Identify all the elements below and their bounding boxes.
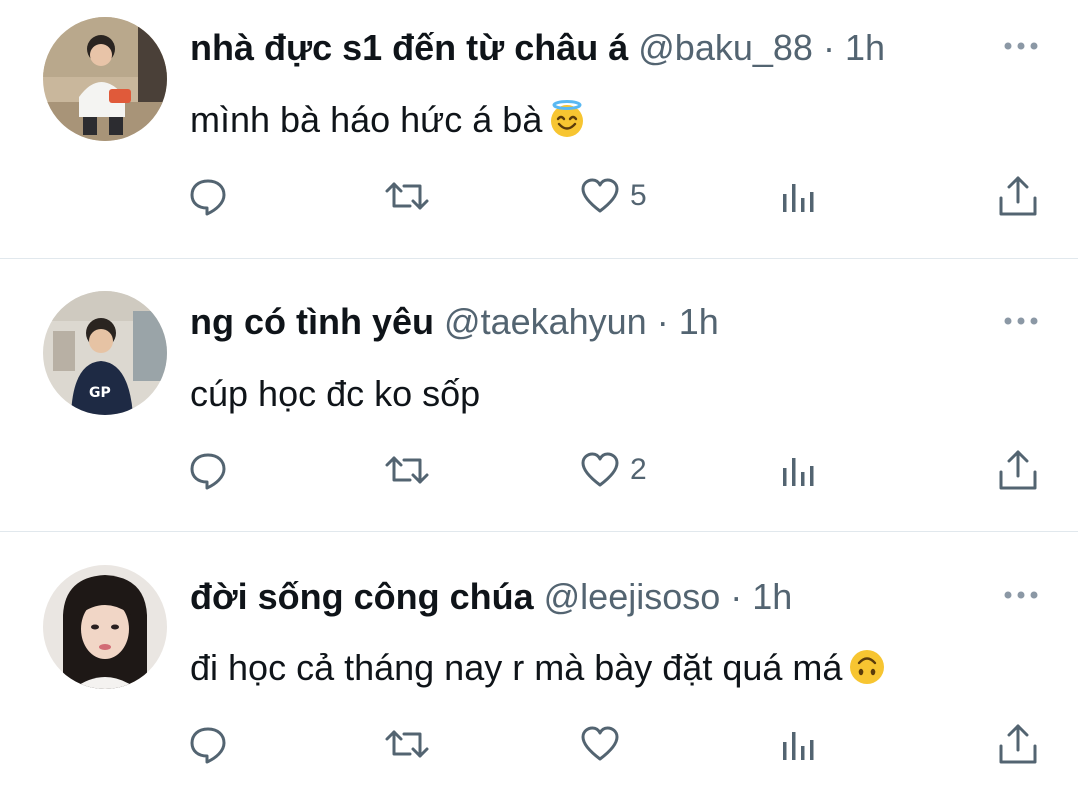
retweet-icon: [385, 730, 429, 758]
share-icon: [999, 724, 1037, 764]
views-chart-icon: [783, 458, 814, 486]
timestamp[interactable]: 1h: [845, 27, 885, 68]
views-chart-icon: [783, 732, 814, 760]
views-button[interactable]: [778, 172, 818, 220]
retweet-icon: [385, 456, 429, 484]
retweet-button[interactable]: [384, 720, 430, 768]
tweet-2[interactable]: GP ng có tình yêu @taekahyun · 1h cúp họ…: [0, 259, 1078, 531]
user-handle[interactable]: @taekahyun: [444, 301, 647, 342]
timestamp[interactable]: 1h: [679, 301, 719, 342]
views-chart-icon: [783, 184, 814, 212]
tweet-header: nhà đực s1 đến từ châu á @baku_88 · 1h: [190, 26, 885, 70]
display-name[interactable]: nhà đực s1 đến từ châu á: [190, 27, 628, 68]
ellipsis-icon[interactable]: [1003, 589, 1039, 601]
like-button[interactable]: 2: [580, 446, 647, 494]
heart-icon: [581, 452, 619, 487]
avatar-photo-1: [43, 17, 167, 141]
tweet-1[interactable]: nhà đực s1 đến từ châu á @baku_88 · 1h m…: [0, 0, 1078, 258]
tweet-3[interactable]: đời sống công chúa @leejisoso · 1h đi họ…: [0, 532, 1078, 789]
reply-icon: [190, 453, 226, 490]
reply-button[interactable]: [188, 720, 228, 768]
tweet-text-content: đi học cả tháng nay r mà bày đặt quá má: [190, 647, 843, 688]
heart-icon: [581, 178, 619, 213]
action-bar: 5: [0, 172, 1078, 220]
ellipsis-icon[interactable]: [1003, 315, 1039, 327]
like-count: 5: [630, 179, 647, 212]
avatar[interactable]: GP: [43, 291, 167, 415]
user-handle[interactable]: @baku_88: [638, 27, 813, 68]
share-button[interactable]: [996, 172, 1040, 220]
action-bar: 2: [0, 446, 1078, 494]
heart-icon: [581, 726, 619, 761]
timestamp[interactable]: 1h: [752, 576, 792, 617]
separator: ·: [730, 576, 743, 617]
tweet-text: đi học cả tháng nay r mà bày đặt quá má: [190, 646, 886, 690]
share-button[interactable]: [996, 720, 1040, 768]
upside-down-face-icon: [848, 648, 886, 686]
tweet-text: cúp học đc ko sốp: [190, 372, 480, 416]
tweet-header: ng có tình yêu @taekahyun · 1h: [190, 300, 719, 344]
reply-button[interactable]: [188, 446, 228, 494]
views-button[interactable]: [778, 720, 818, 768]
tweet-text-content: mình bà háo hức á bà: [190, 99, 543, 140]
reply-button[interactable]: [188, 172, 228, 220]
reply-icon: [190, 179, 226, 216]
avatar[interactable]: [43, 17, 167, 141]
display-name[interactable]: đời sống công chúa: [190, 576, 534, 617]
tweet-text: mình bà háo hức á bà: [190, 98, 586, 142]
retweet-button[interactable]: [384, 172, 430, 220]
display-name[interactable]: ng có tình yêu: [190, 301, 434, 342]
smiling-face-with-halo-icon: [548, 100, 586, 138]
tweet-text-content: cúp học đc ko sốp: [190, 373, 481, 414]
retweet-button[interactable]: [384, 446, 430, 494]
like-button[interactable]: 5: [580, 172, 647, 220]
share-icon: [999, 176, 1037, 216]
tweet-header: đời sống công chúa @leejisoso · 1h: [190, 575, 792, 619]
avatar-photo-3: [43, 565, 167, 689]
avatar-photo-2: GP: [43, 291, 167, 415]
share-button[interactable]: [996, 446, 1040, 494]
avatar[interactable]: [43, 565, 167, 689]
action-bar: [0, 720, 1078, 768]
svg-text:GP: GP: [89, 385, 111, 401]
reply-icon: [190, 727, 226, 764]
retweet-icon: [385, 182, 429, 210]
user-handle[interactable]: @leejisoso: [544, 576, 721, 617]
replies-feed: nhà đực s1 đến từ châu á @baku_88 · 1h m…: [0, 0, 1078, 789]
views-button[interactable]: [778, 446, 818, 494]
like-count: 2: [630, 453, 647, 486]
ellipsis-icon[interactable]: [1003, 40, 1039, 52]
share-icon: [999, 450, 1037, 490]
separator: ·: [822, 27, 835, 68]
like-button[interactable]: [580, 720, 630, 768]
separator: ·: [656, 301, 669, 342]
